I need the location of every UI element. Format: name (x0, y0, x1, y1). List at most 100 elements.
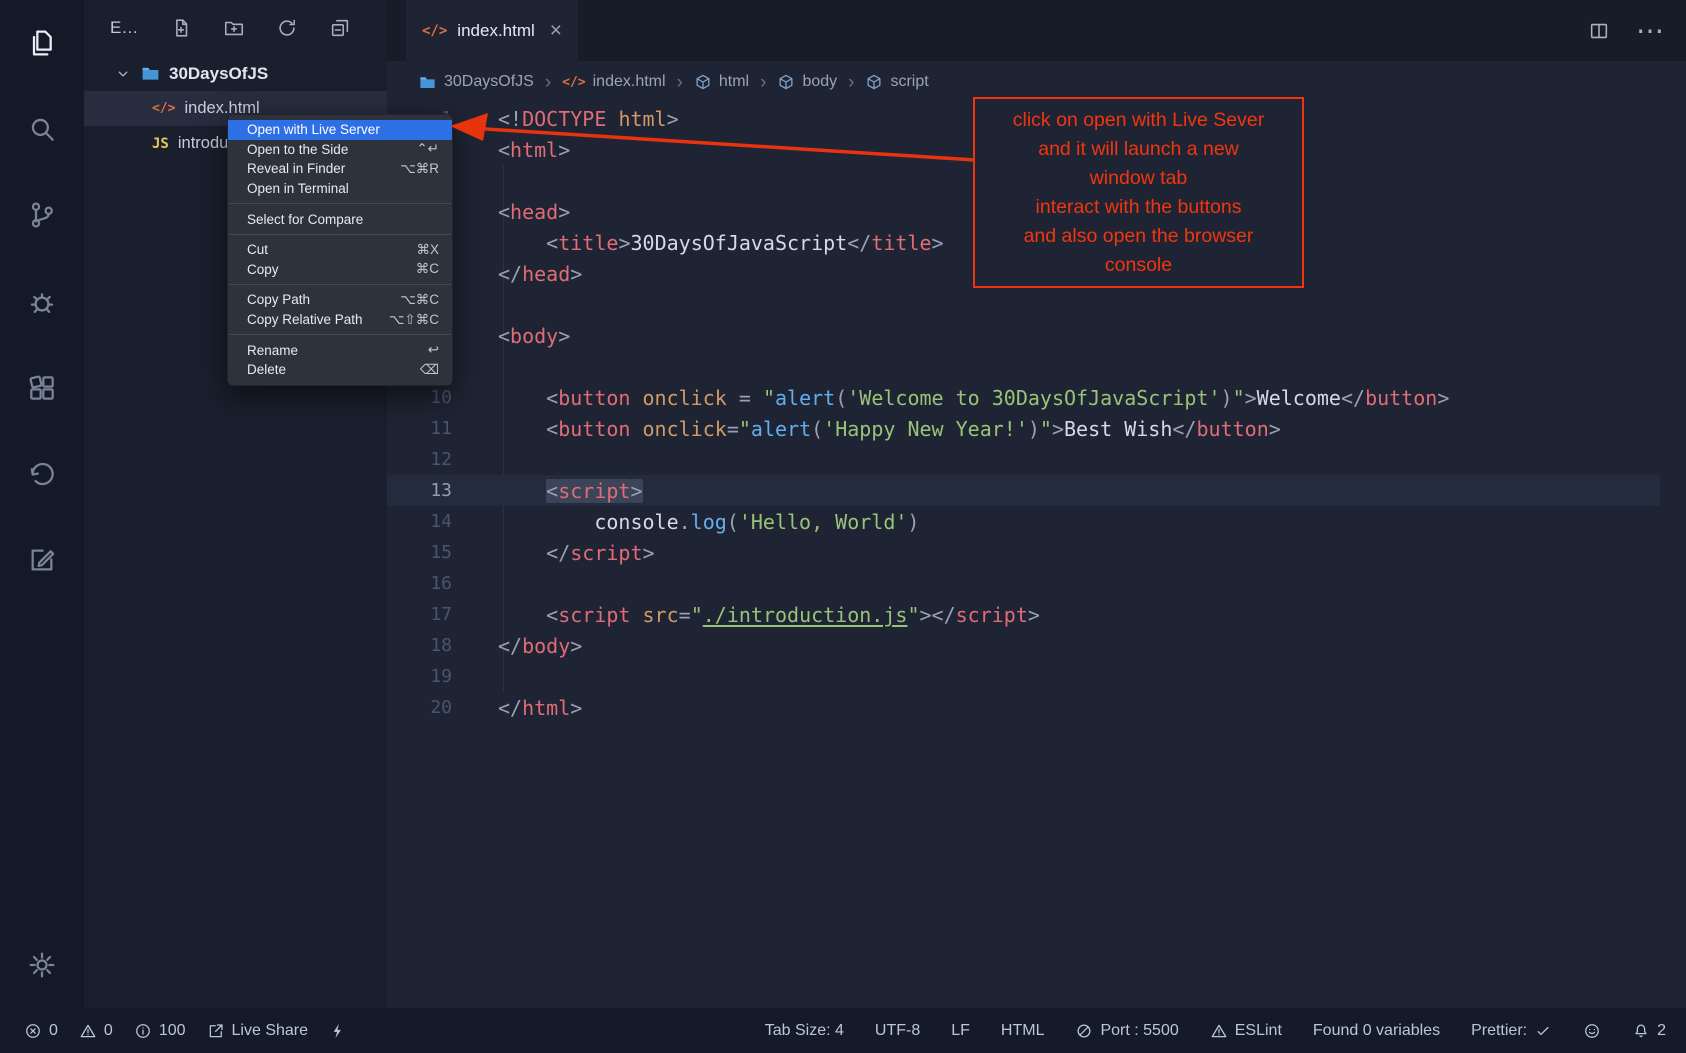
status-feedback[interactable] (1583, 1022, 1601, 1040)
menu-item-copy[interactable]: Copy⌘C (228, 260, 452, 280)
activity-source-control[interactable] (26, 199, 58, 231)
status-warnings[interactable]: 0 (79, 1022, 113, 1040)
code-line-20[interactable]: 20</html> (387, 692, 1660, 723)
code-line-14[interactable]: 14 console.log('Hello, World') (387, 506, 1660, 537)
line-number: 15 (387, 542, 452, 563)
info-icon (134, 1022, 152, 1040)
explorer-header: E… (84, 0, 387, 56)
activity-edit-session[interactable] (26, 544, 58, 576)
breadcrumb-separator-icon: › (677, 73, 683, 92)
status-live-share[interactable]: Live Share (207, 1022, 309, 1040)
status-label: Found 0 variables (1313, 1022, 1440, 1040)
activity-history[interactable] (26, 458, 58, 490)
status-info[interactable]: 100 (134, 1022, 186, 1040)
js-file-icon: JS (152, 137, 169, 151)
folder-icon (140, 63, 161, 84)
tabbar-actions: ⋯ (1588, 0, 1664, 61)
explorer-action-refresh[interactable] (276, 17, 298, 39)
menu-item-copy-relative-path[interactable]: Copy Relative Path⌥⇧⌘C (228, 310, 452, 330)
cube-icon (694, 73, 712, 91)
explorer-action-collapse-all[interactable] (329, 17, 351, 39)
code-line-19[interactable]: 19 (387, 661, 1660, 692)
menu-item-reveal-in-finder[interactable]: Reveal in Finder⌥⌘R (228, 159, 452, 179)
status-eslint[interactable]: ESLint (1210, 1022, 1282, 1040)
more-actions-icon[interactable]: ⋯ (1636, 21, 1664, 41)
annotation-line: window tab (975, 164, 1302, 193)
breadcrumb-body[interactable]: body (777, 73, 837, 91)
code-line-15[interactable]: 15 </script> (387, 537, 1660, 568)
menu-item-label: Open with Live Server (247, 122, 439, 137)
code-text: <script src="./introduction.js"></script… (498, 603, 1040, 627)
explorer-actions (170, 17, 351, 39)
activity-search[interactable] (26, 113, 58, 145)
code-line-12[interactable]: 12 (387, 444, 1660, 475)
status-variables[interactable]: Found 0 variables (1313, 1022, 1440, 1040)
split-editor-icon[interactable] (1588, 20, 1610, 42)
activity-explorer[interactable] (26, 27, 58, 59)
menu-item-open-to-the-side[interactable]: Open to the Side⌃↵ (228, 140, 452, 160)
activity-run-debug[interactable] (26, 286, 58, 318)
code-text: <button onclick = "alert('Welcome to 30D… (498, 386, 1449, 410)
breadcrumb-index-html[interactable]: </>index.html (562, 73, 665, 91)
code-text: console.log('Hello, World') (498, 510, 919, 534)
status-notifications[interactable]: 2 (1632, 1022, 1666, 1040)
line-number: 17 (387, 604, 452, 625)
close-icon[interactable]: × (550, 19, 562, 43)
line-number: 20 (387, 697, 452, 718)
menu-item-shortcut: ⌘C (416, 261, 439, 277)
code-line-8[interactable]: 8<body> (387, 320, 1660, 351)
status-port[interactable]: Port : 5500 (1075, 1022, 1178, 1040)
breadcrumb-html[interactable]: html (694, 73, 749, 91)
menu-item-label: Reveal in Finder (247, 161, 388, 176)
status-go-live[interactable] (329, 1022, 347, 1040)
code-line-18[interactable]: 18</body> (387, 630, 1660, 661)
folder-30daysofjs[interactable]: 30DaysOfJS (84, 56, 387, 91)
status-tab-size[interactable]: Tab Size: 4 (765, 1022, 844, 1040)
menu-item-shortcut: ⌃↵ (416, 141, 439, 157)
check-icon (1534, 1022, 1552, 1040)
activity-settings[interactable] (26, 949, 58, 981)
status-eol[interactable]: LF (951, 1022, 970, 1040)
annotation-line: click on open with Live Sever (975, 106, 1302, 135)
activity-extensions[interactable] (26, 372, 58, 404)
explorer-action-new-file[interactable] (170, 17, 192, 39)
code-line-9[interactable]: 9 (387, 351, 1660, 382)
status-encoding[interactable]: UTF-8 (875, 1022, 920, 1040)
breadcrumb-30daysofjs[interactable]: 30DaysOfJS (418, 73, 534, 92)
status-label: UTF-8 (875, 1022, 920, 1040)
menu-item-open-in-terminal[interactable]: Open in Terminal (228, 179, 452, 199)
menu-item-open-with-live-server[interactable]: Open with Live Server (228, 120, 452, 140)
code-text: </head> (498, 262, 582, 286)
refresh-icon (276, 17, 298, 39)
menu-item-cut[interactable]: Cut⌘X (228, 240, 452, 260)
menu-item-select-for-compare[interactable]: Select for Compare (228, 209, 452, 229)
status-errors[interactable]: 0 (24, 1022, 58, 1040)
breadcrumb-script[interactable]: script (865, 73, 928, 91)
code-line-7[interactable]: 7 (387, 289, 1660, 320)
history-icon (26, 458, 58, 490)
code-line-16[interactable]: 16 (387, 568, 1660, 599)
code-line-17[interactable]: 17 <script src="./introduction.js"></scr… (387, 599, 1660, 630)
menu-item-label: Rename (247, 343, 416, 358)
breadcrumb-label: script (890, 73, 928, 91)
vscode-window: E… 30DaysOfJS </>index.htmlJSintroductio… (0, 0, 1686, 1053)
menu-item-delete[interactable]: Delete⌫ (228, 360, 452, 380)
annotation-box: click on open with Live Severand it will… (973, 97, 1304, 288)
line-number: 19 (387, 666, 452, 687)
menu-item-rename[interactable]: Rename↩ (228, 340, 452, 360)
tab-index-html[interactable]: </> index.html × (406, 0, 578, 61)
code-line-11[interactable]: 11 <button onclick="alert('Happy New Yea… (387, 413, 1660, 444)
menu-item-copy-path[interactable]: Copy Path⌥⌘C (228, 290, 452, 310)
status-prettier[interactable]: Prettier: (1471, 1022, 1552, 1040)
status-language-mode[interactable]: HTML (1001, 1022, 1045, 1040)
explorer-action-new-folder[interactable] (223, 17, 245, 39)
folder-icon (418, 73, 437, 92)
menu-item-shortcut: ⌘X (416, 242, 439, 258)
explorer-title: E… (110, 18, 156, 38)
code-line-13[interactable]: 13 <script> (387, 475, 1660, 506)
menu-item-label: Delete (247, 362, 408, 377)
scm-icon (26, 199, 58, 231)
code-line-10[interactable]: 10 <button onclick = "alert('Welcome to … (387, 382, 1660, 413)
edit-icon (26, 544, 58, 576)
line-number: 11 (387, 418, 452, 439)
